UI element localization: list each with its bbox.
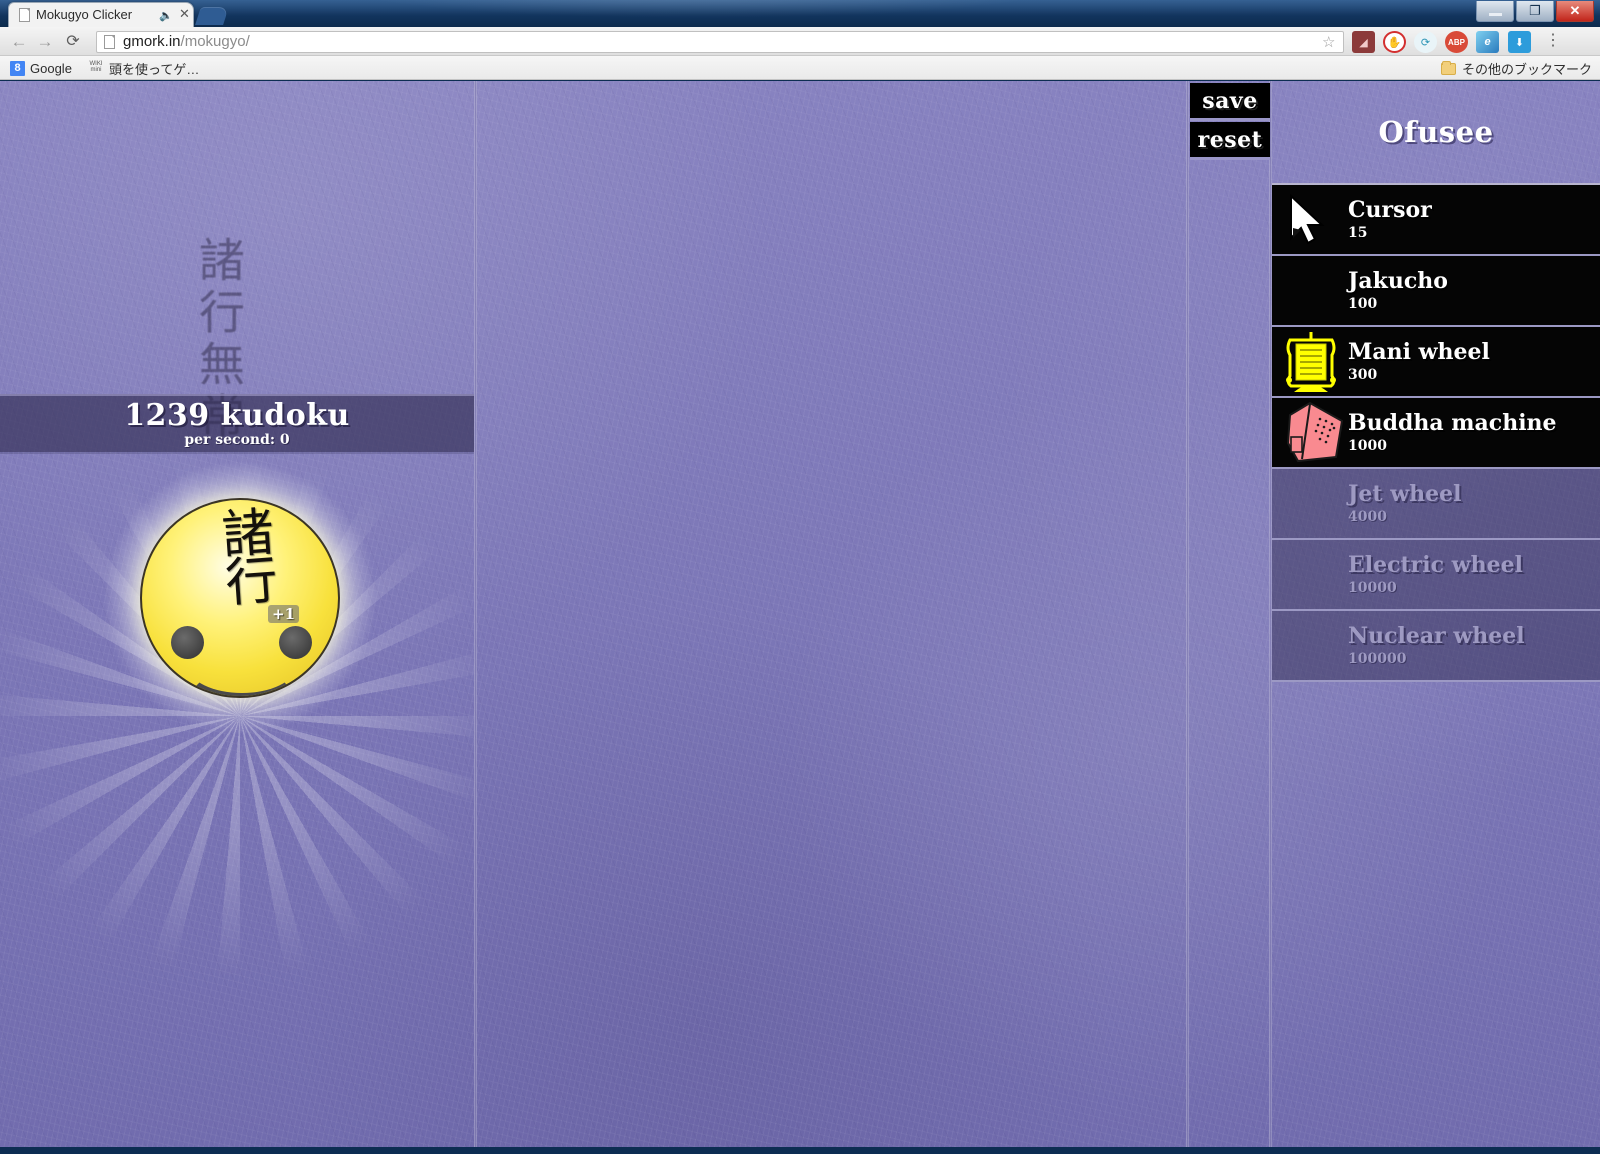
chrome-menu-icon[interactable]: ⋮ xyxy=(1545,32,1561,50)
url-domain: gmork.in xyxy=(123,33,181,50)
store-item-buddha-machine[interactable]: Buddha machine 1000 xyxy=(1272,398,1600,469)
forward-icon[interactable]: → xyxy=(34,32,56,52)
none xyxy=(1272,611,1348,680)
buddha-machine-icon xyxy=(1272,398,1348,467)
system-buttons: save reset xyxy=(1190,83,1270,160)
bookmark-star-icon[interactable]: ☆ xyxy=(1322,33,1335,51)
store-item-jet-wheel: Jet wheel 4000 xyxy=(1272,469,1600,540)
mokugyo-clicker[interactable]: 諸行 +1 xyxy=(98,456,382,740)
window-controls: ❐ ✕ xyxy=(1474,1,1594,23)
save-button[interactable]: save xyxy=(1190,83,1270,121)
bookmark-label: 頭を使ってゲ… xyxy=(109,61,200,77)
browser-tab[interactable]: Mokugyo Clicker 🔈 ✕ xyxy=(8,2,194,27)
store-item-name: Jet wheel xyxy=(1348,481,1462,507)
store-item-jakucho[interactable]: Jakucho 100 xyxy=(1272,256,1600,327)
store-item-mani-wheel[interactable]: Mani wheel 300 xyxy=(1272,327,1600,398)
none xyxy=(1272,256,1348,325)
other-bookmarks-label: その他のブックマーク xyxy=(1461,62,1592,77)
speaker-icon[interactable]: 🔈 xyxy=(159,9,173,22)
titlebar-gloss xyxy=(0,0,1600,27)
store-item-cost: 1000 xyxy=(1348,438,1387,454)
store-item-cursor[interactable]: Cursor 15 xyxy=(1272,185,1600,256)
none xyxy=(1272,540,1348,609)
other-bookmarks-folder[interactable]: その他のブックマーク xyxy=(1440,59,1592,78)
url-text: gmork.in/mokugyo/ xyxy=(123,33,250,50)
reset-button[interactable]: reset xyxy=(1190,122,1270,160)
face-kanji: 諸行 xyxy=(210,504,278,604)
bookmark-label: Google xyxy=(30,60,72,76)
wiki-icon: WIKI mini xyxy=(89,61,103,73)
refresh-extension-icon[interactable]: ⟳ xyxy=(1414,31,1437,53)
store-item-name: Cursor xyxy=(1348,197,1432,223)
column-divider-left xyxy=(474,81,477,1147)
opera-stop-extension-icon[interactable]: ✋ xyxy=(1383,31,1406,53)
screenshot-extension-icon[interactable]: ◢ xyxy=(1352,31,1375,53)
address-bar[interactable]: gmork.in/mokugyo/ xyxy=(96,31,1344,53)
column-divider-right xyxy=(1186,81,1189,1147)
reload-icon[interactable]: ⟳ xyxy=(62,32,84,52)
new-tab-button[interactable] xyxy=(195,7,229,25)
store-item-electric-wheel: Electric wheel 10000 xyxy=(1272,540,1600,611)
close-icon: ✕ xyxy=(1569,3,1581,18)
browser-window: Mokugyo Clicker 🔈 ✕ ❐ ✕ ← → ⟳ gmork.in/m… xyxy=(0,0,1600,1154)
maximize-icon: ❐ xyxy=(1529,3,1541,18)
store-item-name: Electric wheel xyxy=(1348,552,1523,578)
browser-toolbar: ← → ⟳ gmork.in/mokugyo/ ☆ ◢ ✋ ⟳ ABP e ⬇ … xyxy=(0,27,1600,56)
store-item-name: Jakucho xyxy=(1348,268,1448,294)
mani-wheel-icon xyxy=(1272,327,1348,396)
store-item-cost: 4000 xyxy=(1348,509,1387,525)
browser-title-bar: Mokugyo Clicker 🔈 ✕ ❐ ✕ xyxy=(0,0,1600,27)
url-path: /mokugyo/ xyxy=(180,33,250,50)
minimize-button[interactable] xyxy=(1476,1,1514,22)
clicker-column: 諸行無常 1239 kudoku per second: 0 諸行 +1 xyxy=(0,81,474,1147)
store-item-cost: 15 xyxy=(1348,225,1368,241)
game-page: 諸行無常 1239 kudoku per second: 0 諸行 +1 sav… xyxy=(0,81,1600,1147)
ie-tab-extension-icon[interactable]: e xyxy=(1476,31,1499,53)
download-extension-icon[interactable]: ⬇ xyxy=(1508,31,1531,53)
bookmarks-bar: 8 Google WIKI mini 頭を使ってゲ… その他のブックマーク xyxy=(0,56,1600,80)
store-item-cost: 100000 xyxy=(1348,651,1407,667)
store-item-cost: 10000 xyxy=(1348,580,1397,596)
store-title: Ofusee xyxy=(1378,115,1494,149)
cursor-icon xyxy=(1272,185,1348,254)
smiley-face-icon[interactable]: 諸行 xyxy=(140,498,340,698)
tab-title: Mokugyo Clicker xyxy=(36,7,133,22)
store-item-name: Nuclear wheel xyxy=(1348,623,1525,649)
adblock-plus-icon[interactable]: ABP xyxy=(1445,31,1468,53)
store-item-nuclear-wheel: Nuclear wheel 100000 xyxy=(1272,611,1600,682)
folder-icon xyxy=(1440,60,1456,75)
store-item-name: Mani wheel xyxy=(1348,339,1490,365)
bookmark-google[interactable]: 8 Google xyxy=(10,59,72,77)
back-icon[interactable]: ← xyxy=(8,32,30,52)
close-icon[interactable]: ✕ xyxy=(179,6,190,22)
bookmark-wiki[interactable]: WIKI mini 頭を使ってゲ… xyxy=(88,59,200,77)
store-item-cost: 300 xyxy=(1348,367,1378,383)
kudoku-per-second: per second: 0 xyxy=(184,432,290,448)
kudoku-counter: 1239 kudoku per second: 0 xyxy=(0,394,474,452)
floating-gain-label: +1 xyxy=(268,605,300,623)
maximize-button[interactable]: ❐ xyxy=(1516,1,1554,22)
none xyxy=(1272,469,1348,538)
close-window-button[interactable]: ✕ xyxy=(1556,1,1594,22)
kudoku-amount: 1239 kudoku xyxy=(124,398,350,433)
smile-mouth-icon xyxy=(178,630,306,696)
google-icon: 8 xyxy=(10,60,25,76)
page-icon xyxy=(19,8,30,22)
store-item-name: Buddha machine xyxy=(1348,410,1557,436)
page-info-icon[interactable] xyxy=(104,35,115,49)
store-panel: Ofusee Cursor 15 Jakucho 100 Mani wheel 300 xyxy=(1272,81,1600,1147)
store-item-list: Cursor 15 Jakucho 100 Mani wheel 300 Buddha … xyxy=(1272,183,1600,682)
store-item-cost: 100 xyxy=(1348,296,1378,312)
